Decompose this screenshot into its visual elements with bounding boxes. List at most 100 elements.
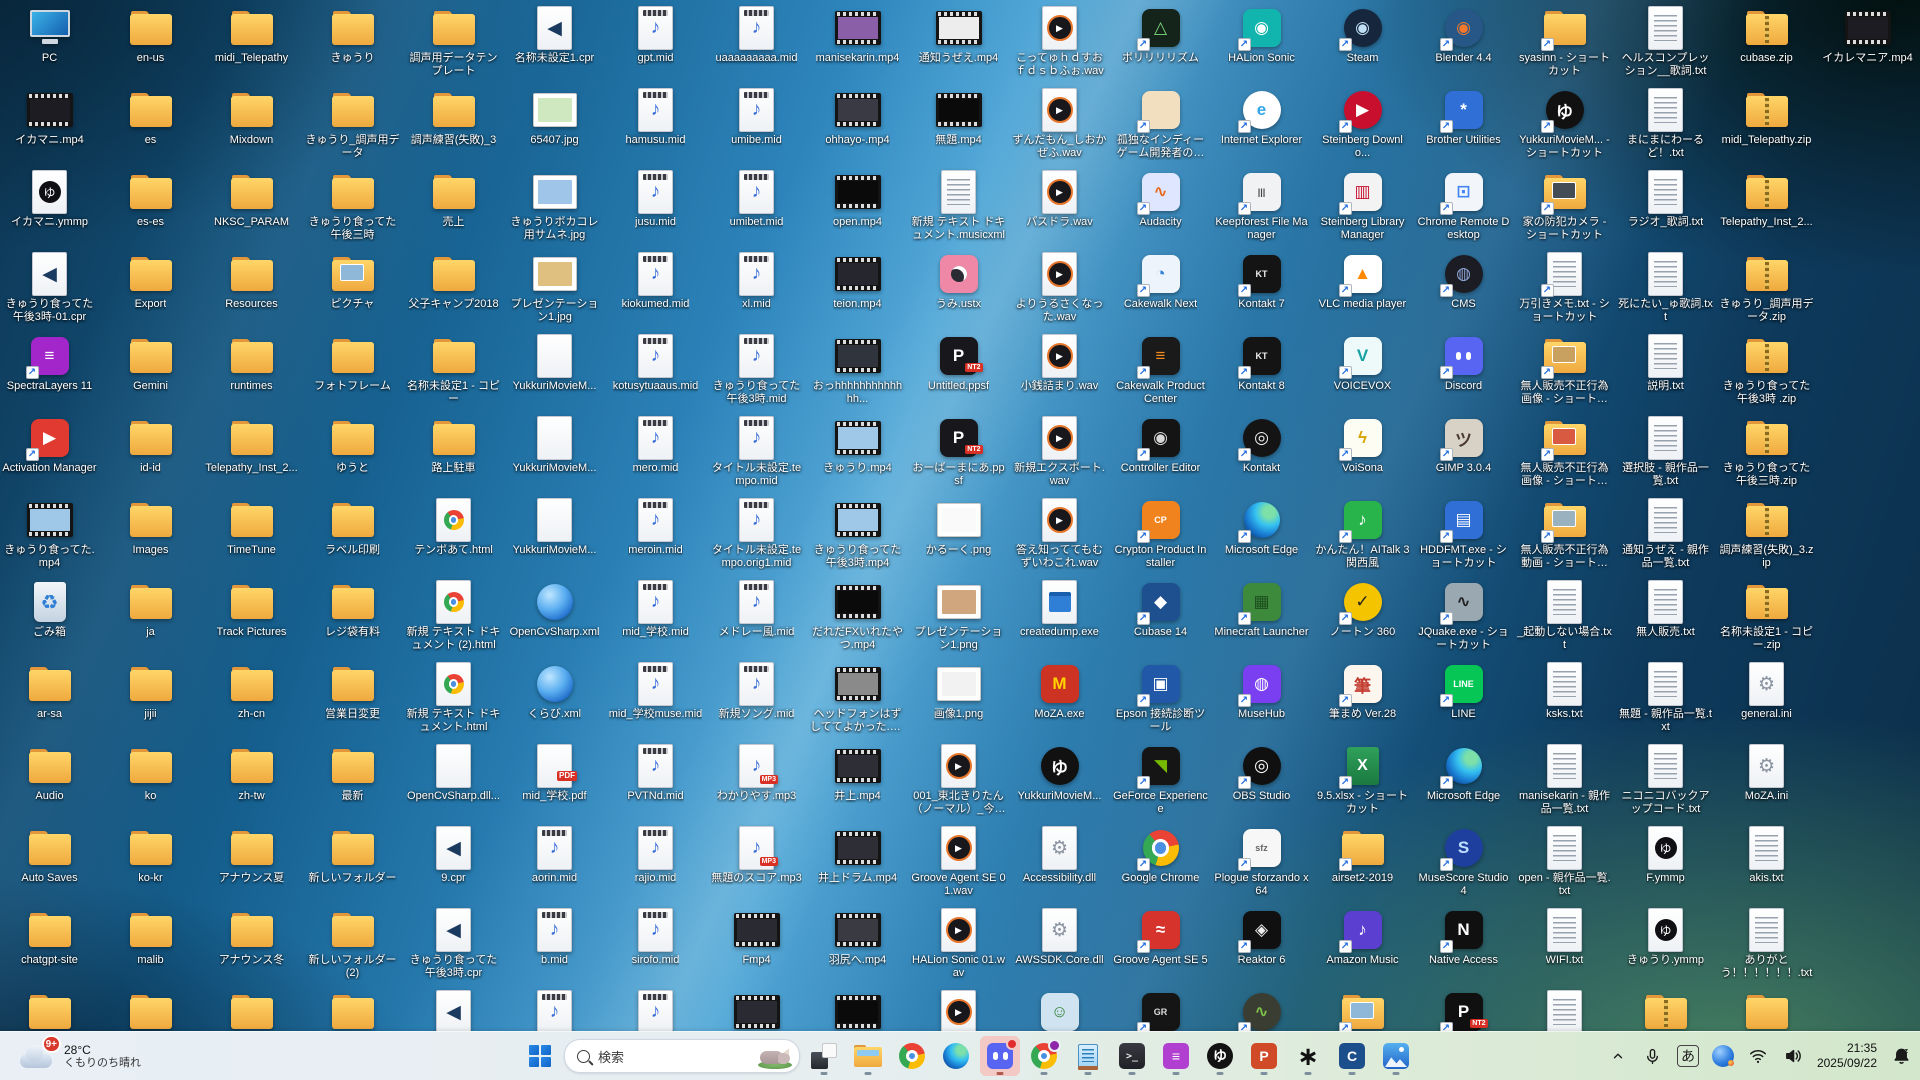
- desktop-icon[interactable]: ◉ ↗ Blender 4.4: [1415, 6, 1512, 65]
- desktop-icon[interactable]: 最新: [304, 744, 401, 803]
- desktop-icon[interactable]: ♪ aorin.mid: [506, 826, 603, 885]
- desktop-icon[interactable]: 名称未設定1 - コピー.zip: [1718, 580, 1815, 652]
- desktop-icon[interactable]: ◔ ↗ Cakewalk Next: [1112, 252, 1209, 311]
- desktop-icon[interactable]: ▤ ↗ HDDFMT.exe - ショートカット: [1415, 498, 1512, 570]
- desktop-icon[interactable]: ↗ Microsoft Edge: [1415, 744, 1512, 803]
- desktop-icon[interactable]: Images: [102, 498, 199, 557]
- desktop-icon[interactable]: ∿ ↗: [1213, 990, 1310, 1036]
- desktop-icon[interactable]: 新規 テキスト ドキュメント (2).html: [405, 580, 502, 652]
- desktop-icon[interactable]: ゆきゅうり.ymmp: [1617, 908, 1714, 967]
- desktop-icon[interactable]: くらび.xml: [506, 662, 603, 721]
- desktop-icon[interactable]: ♪ PVTNd.mid: [607, 744, 704, 803]
- desktop-icon[interactable]: S ↗ MuseScore Studio 4: [1415, 826, 1512, 898]
- desktop-icon[interactable]: ゆ YukkuriMovieM...: [1011, 744, 1108, 803]
- desktop-icon[interactable]: ♪ rajio.mid: [607, 826, 704, 885]
- desktop-icon[interactable]: [1617, 990, 1714, 1036]
- desktop-icon[interactable]: id-id: [102, 416, 199, 475]
- desktop-icon[interactable]: ♻ ごみ箱: [1, 580, 98, 639]
- desktop-icon[interactable]: 無人販売.txt: [1617, 580, 1714, 639]
- desktop-icon[interactable]: ♪ kiokumed.mid: [607, 252, 704, 311]
- desktop-icon[interactable]: es: [102, 88, 199, 147]
- desktop-icon[interactable]: ラジオ_歌詞.txt: [1617, 170, 1714, 229]
- desktop-icon[interactable]: ▲ ↗ VLC media player: [1314, 252, 1411, 311]
- desktop-icon[interactable]: [304, 990, 401, 1036]
- desktop-icon[interactable]: ♪ きゅうり食ってた午後3時.mid: [708, 334, 805, 406]
- desktop-icon[interactable]: ↗ airset2-2019: [1314, 826, 1411, 885]
- desktop-icon[interactable]: KT ↗ Kontakt 7: [1213, 252, 1310, 311]
- desktop-icon[interactable]: ♪ hamusu.mid: [607, 88, 704, 147]
- desktop-icon[interactable]: 調声練習(失敗)_3: [405, 88, 502, 147]
- tray-volume-icon[interactable]: [1782, 1042, 1804, 1070]
- desktop-icon[interactable]: ▥ ↗ Steinberg Library Manager: [1314, 170, 1411, 242]
- desktop-icon[interactable]: 死にたい_ゅ歌詞.txt: [1617, 252, 1714, 324]
- desktop-icon[interactable]: ◀ きゅうり食ってた午後3時.cpr: [405, 908, 502, 980]
- desktop-icon[interactable]: ♪ umibet.mid: [708, 170, 805, 229]
- desktop-icon[interactable]: [1718, 990, 1815, 1036]
- desktop-icon[interactable]: 売上: [405, 170, 502, 229]
- desktop-icon[interactable]: ◉ ↗ HALion Sonic: [1213, 6, 1310, 65]
- desktop-icon[interactable]: ♪ gpt.mid: [607, 6, 704, 65]
- desktop-icon[interactable]: ♪ ↗ Amazon Music: [1314, 908, 1411, 967]
- desktop-icon[interactable]: 選択肢 - 親作品一覧.txt: [1617, 416, 1714, 488]
- desktop-icon[interactable]: ▶001_東北きりたん（ノーマル）_今じゃ...: [910, 744, 1007, 816]
- desktop-icon[interactable]: N ↗ Native Access: [1415, 908, 1512, 967]
- desktop-icon[interactable]: Auto Saves: [1, 826, 98, 885]
- desktop-icon[interactable]: ♪ ↗ かんたん！AITalk 3 関西風: [1314, 498, 1411, 570]
- desktop-icon[interactable]: ◀ 9.cpr: [405, 826, 502, 885]
- desktop-icon[interactable]: 営業日変更: [304, 662, 401, 721]
- desktop-icon[interactable]: ▶ ↗ Activation Manager: [1, 416, 98, 475]
- desktop-icon[interactable]: ▦ ↗ Minecraft Launcher: [1213, 580, 1310, 639]
- desktop-icon[interactable]: Telepathy_Inst_2...: [203, 416, 300, 475]
- desktop-icon[interactable]: ↗無人販売不正行為画像 - ショートカッ...: [1516, 334, 1613, 406]
- desktop-icon[interactable]: 新規 テキスト ドキュメント.musicxml: [910, 170, 1007, 242]
- desktop-icon[interactable]: P NT2 おーばーまにあ.ppsf: [910, 416, 1007, 488]
- desktop-icon[interactable]: ◀ きゅうり食ってた午後3時-01.cpr: [1, 252, 98, 324]
- desktop-icon[interactable]: ▶ パスドラ.wav: [1011, 170, 1108, 229]
- desktop-icon[interactable]: ↗ syasinn - ショートカット: [1516, 6, 1613, 78]
- desktop-icon[interactable]: ♪: [506, 990, 603, 1036]
- desktop-icon[interactable]: 路上駐車: [405, 416, 502, 475]
- desktop-icon[interactable]: ニコニコバックアップコード.txt: [1617, 744, 1714, 816]
- desktop-icon[interactable]: ♪ メドレー風.mid: [708, 580, 805, 639]
- desktop-icon[interactable]: ▶ 答え知っててもむずいわこれ.wav: [1011, 498, 1108, 570]
- taskbar-discord-button[interactable]: [980, 1036, 1020, 1076]
- desktop-icon[interactable]: [102, 990, 199, 1036]
- desktop-icon[interactable]: manisekarin - 親作品一覧.txt: [1516, 744, 1613, 816]
- desktop-icon[interactable]: [809, 990, 906, 1036]
- desktop-icon[interactable]: フォトフレーム: [304, 334, 401, 393]
- desktop-icon[interactable]: ヘッドフォンはずしててよかった.mp4: [809, 662, 906, 734]
- desktop-icon[interactable]: Gemini: [102, 334, 199, 393]
- taskbar-weather-widget[interactable]: 9+ 28°C くもりのち晴れ: [12, 1035, 147, 1076]
- desktop-icon[interactable]: ♪ 新規ソング.mid: [708, 662, 805, 721]
- desktop-icon[interactable]: ∿ ↗ JQuake.exe - ショートカット: [1415, 580, 1512, 652]
- desktop-icon[interactable]: ▶ よりうるさくなった.wav: [1011, 252, 1108, 324]
- desktop-icon[interactable]: chatgpt-site: [1, 908, 98, 967]
- desktop-icon[interactable]: [708, 990, 805, 1036]
- desktop-icon[interactable]: ✓ ↗ ノートン 360: [1314, 580, 1411, 639]
- desktop-icon[interactable]: 無題.mp4: [910, 88, 1007, 147]
- desktop-icon[interactable]: ゆ ↗ YukkuriMovieM... - ショートカット: [1516, 88, 1613, 160]
- desktop-icon[interactable]: ▣ ↗ Epson 接続診断ツール: [1112, 662, 1209, 734]
- desktop-icon[interactable]: ピクチャ: [304, 252, 401, 311]
- taskbar-powerpoint-button[interactable]: P: [1244, 1036, 1284, 1076]
- desktop-icon[interactable]: ≡ ↗ SpectraLayers 11: [1, 334, 98, 393]
- desktop-icon[interactable]: P NT2 ↗: [1415, 990, 1512, 1036]
- desktop-icon[interactable]: PDF mid_学校.pdf: [506, 744, 603, 803]
- desktop-icon[interactable]: akis.txt: [1718, 826, 1815, 885]
- desktop-icon[interactable]: [203, 990, 300, 1036]
- desktop-icon[interactable]: ar-sa: [1, 662, 98, 721]
- desktop-icon[interactable]: ▶ 新規エクスポート.wav: [1011, 416, 1108, 488]
- desktop-icon[interactable]: ≡ ↗ Cakewalk Product Center: [1112, 334, 1209, 406]
- desktop-icon[interactable]: * ↗ Brother Utilities: [1415, 88, 1512, 147]
- desktop-icon[interactable]: 羽尻へ.mp4: [809, 908, 906, 967]
- taskbar-chrome-profile-button[interactable]: [1024, 1036, 1064, 1076]
- desktop-icon[interactable]: ↗孤独なインディーゲーム開発者の一生 ...: [1112, 88, 1209, 160]
- desktop-icon[interactable]: 65407.jpg: [506, 88, 603, 147]
- desktop-icon[interactable]: ◀ 名称未設定1.cpr: [506, 6, 603, 65]
- desktop-icon[interactable]: ♪ mid_学校.mid: [607, 580, 704, 639]
- desktop-icon[interactable]: ♪: [607, 990, 704, 1036]
- desktop-icon[interactable]: ▶ HALion Sonic 01.wav: [910, 908, 1007, 980]
- desktop-icon[interactable]: Audio: [1, 744, 98, 803]
- desktop-icon[interactable]: ▶ ずんだもん_しおかぜふ.wav: [1011, 88, 1108, 160]
- desktop-icon[interactable]: ◎ ↗ Kontakt: [1213, 416, 1310, 475]
